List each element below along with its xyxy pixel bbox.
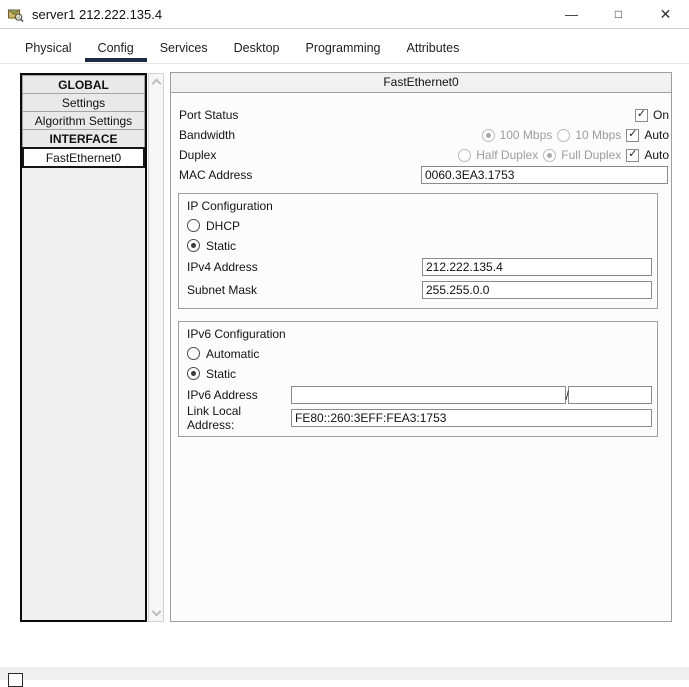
ipv6-address-row: IPv6 Address / (187, 385, 654, 405)
link-local-address-label: Link Local Address: (187, 404, 242, 432)
ipv4-static-label: Static (206, 238, 237, 253)
bandwidth-10mbps-radio[interactable] (557, 128, 571, 142)
bottom-strip (0, 667, 689, 680)
ipv6-static-option-row: Static (187, 365, 654, 382)
config-sidebar: GLOBAL Settings Algorithm Settings INTER… (20, 73, 147, 622)
mac-address-label: MAC Address (179, 168, 253, 182)
bandwidth-100mbps-radio[interactable] (481, 128, 495, 142)
tab-physical[interactable]: Physical (12, 37, 85, 62)
ipv6-prefix-separator: / (565, 387, 569, 403)
link-local-address-row: Link Local Address: (187, 404, 654, 432)
duplex-half-label: Half Duplex (476, 148, 539, 162)
sidebar-item-global[interactable]: GLOBAL (22, 75, 145, 94)
subnet-mask-row: Subnet Mask (187, 280, 654, 300)
dhcp-radio[interactable] (187, 219, 200, 232)
scroll-up-icon[interactable] (151, 78, 162, 89)
sidebar-item-interface[interactable]: INTERFACE (22, 129, 145, 148)
minimize-icon: — (565, 6, 578, 22)
panel-header: FastEthernet0 (171, 73, 671, 93)
ipv6-automatic-option-row: Automatic (187, 345, 654, 362)
tab-services[interactable]: Services (147, 37, 221, 62)
sidebar-scrollbar[interactable] (148, 73, 164, 622)
bandwidth-auto-label: Auto (644, 128, 669, 142)
duplex-full-label: Full Duplex (561, 148, 622, 162)
ipv6-address-label: IPv6 Address (187, 388, 258, 402)
port-status-on-label: On (652, 108, 669, 122)
duplex-full-radio[interactable] (543, 148, 557, 162)
tab-pane-divider (0, 63, 689, 64)
ipv4-address-label: IPv4 Address (187, 260, 258, 274)
interface-config-panel: FastEthernet0 Port Status On Bandwidth 1… (170, 72, 672, 622)
bandwidth-row: Bandwidth 100 Mbps 10 Mbps Auto (171, 125, 671, 145)
port-status-on-checkbox[interactable] (634, 108, 648, 122)
bandwidth-100mbps-label: 100 Mbps (499, 128, 553, 142)
duplex-half-radio[interactable] (458, 148, 472, 162)
maximize-button[interactable]: □ (595, 0, 642, 28)
bottom-partial-checkbox[interactable] (8, 673, 23, 687)
sidebar-item-fastethernet0[interactable]: FastEthernet0 (22, 147, 145, 168)
scroll-down-icon[interactable] (151, 606, 162, 617)
tab-desktop[interactable]: Desktop (221, 37, 293, 62)
subnet-mask-label: Subnet Mask (187, 283, 258, 297)
subnet-mask-input[interactable] (422, 281, 652, 299)
ipv4-static-radio[interactable] (187, 239, 200, 252)
mac-address-input[interactable] (421, 166, 668, 184)
ipv6-automatic-radio[interactable] (187, 347, 200, 360)
ipv6-configuration-title: IPv6 Configuration (187, 327, 286, 341)
title-bar: server1 212.222.135.4 — □ ✕ (0, 0, 689, 29)
minimize-button[interactable]: — (548, 0, 595, 28)
ipv6-address-input[interactable] (291, 386, 567, 404)
tab-config[interactable]: Config (84, 37, 147, 62)
ip-configuration-title: IP Configuration (187, 199, 273, 213)
mac-address-row: MAC Address (171, 165, 671, 185)
bandwidth-label: Bandwidth (179, 128, 236, 142)
app-device-icon (7, 9, 24, 22)
close-button[interactable]: ✕ (642, 0, 689, 28)
dhcp-option-row: DHCP (187, 217, 654, 234)
duplex-label: Duplex (179, 148, 217, 162)
ipv4-address-input[interactable] (422, 258, 652, 276)
ipv6-prefix-input[interactable] (568, 386, 652, 404)
port-status-label: Port Status (179, 108, 239, 122)
duplex-auto-checkbox[interactable] (626, 148, 640, 162)
ipv6-configuration-group: IPv6 Configuration Automatic Static IPv6… (178, 321, 658, 437)
tab-programming[interactable]: Programming (292, 37, 393, 62)
link-local-address-input[interactable] (291, 409, 652, 427)
maximize-icon: □ (614, 7, 623, 21)
ipv6-automatic-label: Automatic (206, 346, 260, 361)
window-controls: — □ ✕ (548, 0, 689, 28)
window-title: server1 212.222.135.4 (32, 6, 163, 22)
duplex-row: Duplex Half Duplex Full Duplex Auto (171, 145, 671, 165)
close-icon: ✕ (659, 5, 672, 22)
dhcp-label: DHCP (206, 218, 241, 233)
sidebar-item-algorithm-settings[interactable]: Algorithm Settings (22, 111, 145, 130)
sidebar-item-settings[interactable]: Settings (22, 93, 145, 112)
duplex-auto-label: Auto (644, 148, 669, 162)
port-status-row: Port Status On (171, 105, 671, 125)
tab-attributes[interactable]: Attributes (394, 37, 473, 62)
tab-bar: Physical Config Services Desktop Program… (12, 37, 472, 62)
ipv6-static-radio[interactable] (187, 367, 200, 380)
bandwidth-10mbps-label: 10 Mbps (575, 128, 622, 142)
ipv4-static-option-row: Static (187, 237, 654, 254)
ip-configuration-group: IP Configuration DHCP Static IPv4 Addres… (178, 193, 658, 309)
ipv4-address-row: IPv4 Address (187, 257, 654, 277)
ipv6-static-label: Static (206, 366, 237, 381)
bandwidth-auto-checkbox[interactable] (626, 128, 640, 142)
